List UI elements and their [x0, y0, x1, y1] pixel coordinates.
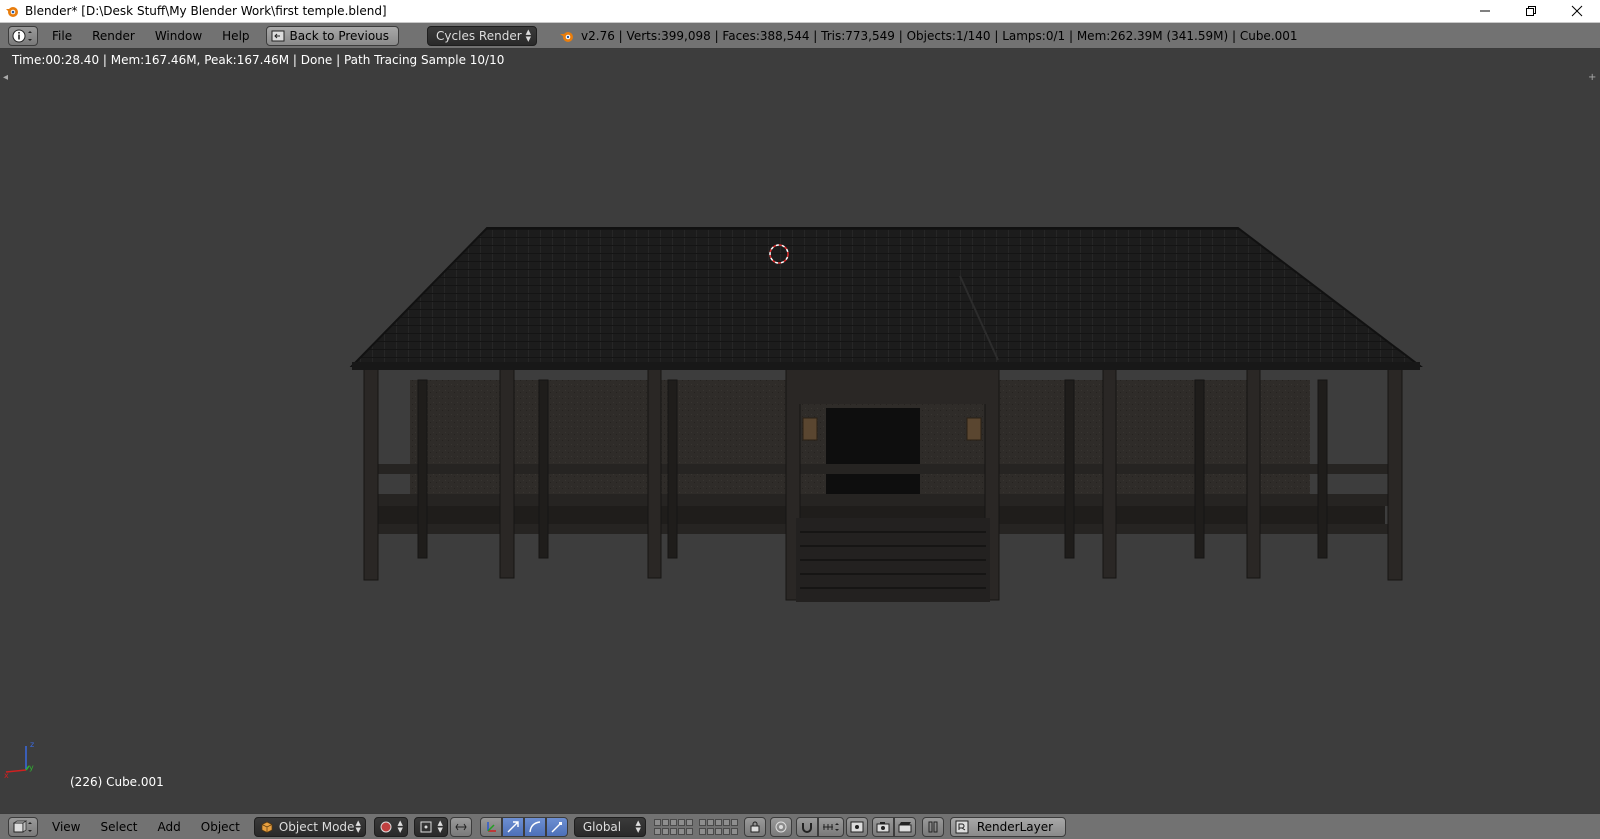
window-controls [1462, 0, 1600, 22]
shading-sphere-icon [380, 821, 392, 832]
close-icon[interactable] [1554, 0, 1600, 22]
clapperboard-icon [898, 821, 912, 832]
3d-editor-type-button[interactable] [8, 816, 38, 837]
translate-manipulator-button[interactable] [501, 816, 524, 837]
manipulator-toggle-button[interactable] [449, 816, 472, 837]
transform-manipulator-button[interactable] [479, 816, 502, 837]
pause-render-button[interactable] [921, 816, 944, 837]
layers-block-1[interactable] [653, 818, 693, 835]
menu-view[interactable]: View [42, 820, 90, 834]
snap-element-dropdown[interactable] [817, 816, 844, 837]
render-engine-value: Cycles Render [436, 28, 522, 43]
axis-z-label: z [30, 740, 34, 749]
view-axes-gizmo-icon: z y x [4, 740, 34, 778]
region-toggle-right-icon[interactable]: + [1588, 73, 1597, 83]
scene-stats: v2.76 | Verts:399,098 | Faces:388,544 | … [559, 29, 1298, 43]
render-status: Time:00:28.40 | Mem:167.46M, Peak:167.46… [0, 49, 1600, 70]
menu-add[interactable]: Add [148, 820, 191, 834]
menu-file[interactable]: File [42, 29, 82, 43]
transform-orientation-dropdown[interactable]: Global ▲ ▼ [573, 816, 646, 837]
dropdown-arrows-icon: ▲ ▼ [355, 818, 361, 834]
proportional-edit-icon [775, 821, 787, 832]
editor-type-button[interactable] [8, 25, 38, 46]
blender-logo-icon [6, 7, 18, 17]
render-layer-selector[interactable]: RenderLayer [949, 816, 1067, 837]
scale-manipulator-button[interactable] [545, 816, 568, 837]
axis-x-label: x [4, 771, 9, 778]
region-toggle-left-icon[interactable]: ◂ [3, 73, 12, 83]
window-title: Blender* [D:\Desk Stuff\My Blender Work\… [25, 4, 387, 18]
magnet-icon [801, 822, 812, 833]
lock-layer-icon [750, 821, 760, 832]
active-object-label: (226) Cube.001 [70, 775, 164, 789]
layer-lock-button[interactable] [743, 816, 766, 837]
axis-y-label: y [29, 763, 34, 772]
info-icon [12, 29, 32, 42]
render-layer-icon [955, 820, 969, 833]
pause-icon [928, 821, 938, 832]
opengl-render-animation-button[interactable] [893, 816, 916, 837]
snap-toggle-button[interactable] [795, 816, 818, 837]
3d-viewport[interactable]: ◂ + z y x (226) Cube.001 [0, 70, 1600, 813]
temple-door [826, 408, 920, 508]
rotate-arc-icon [529, 820, 540, 832]
render-status-text: Time:00:28.40 | Mem:167.46M, Peak:167.46… [12, 52, 505, 67]
snap-target-icon [850, 821, 864, 832]
3d-view-icon [12, 819, 32, 833]
back-screen-icon [271, 30, 285, 41]
dropdown-arrows-icon: ▲ ▼ [397, 818, 403, 834]
back-to-previous-button[interactable]: Back to Previous [265, 25, 400, 46]
menu-help[interactable]: Help [212, 29, 259, 43]
object-mode-cube-icon [261, 821, 273, 833]
menu-render[interactable]: Render [82, 29, 145, 43]
opengl-render-image-button[interactable] [871, 816, 894, 837]
axes-icon [487, 821, 496, 832]
scale-icon [551, 821, 562, 832]
mode-dropdown[interactable]: Object Mode ▲ ▼ [253, 816, 366, 837]
render-layer-value: RenderLayer [976, 819, 1054, 834]
proportional-edit-button[interactable] [769, 816, 792, 837]
3d-view-header: View Select Add Object Object Mode ▲ ▼ ▲ ▼… [0, 813, 1600, 839]
window-titlebar: Blender* [D:\Desk Stuff\My Blender Work\… [0, 0, 1600, 23]
dropdown-arrows-icon: ▲ ▼ [635, 818, 641, 834]
layers-block-2[interactable] [698, 818, 738, 835]
rendered-temple-scene [349, 227, 1423, 602]
info-header: File Render Window Help Back to Previous… [0, 23, 1600, 49]
menu-object[interactable]: Object [191, 820, 250, 834]
manipulator-icon [455, 823, 467, 830]
scene-stats-text: v2.76 | Verts:399,098 | Faces:388,544 | … [581, 28, 1298, 43]
pivot-icon [420, 821, 432, 832]
snap-target-button[interactable] [845, 816, 868, 837]
snap-increment-icon [822, 822, 839, 831]
blender-version-icon [560, 31, 574, 42]
dropdown-arrows-icon: ▲ ▼ [437, 818, 443, 834]
menu-select[interactable]: Select [90, 820, 147, 834]
camera-icon [876, 821, 890, 832]
viewport-shading-dropdown[interactable]: ▲ ▼ [373, 816, 408, 837]
dropdown-arrows-icon: ▲ ▼ [525, 27, 532, 43]
orientation-value: Global [582, 819, 622, 834]
pivot-point-dropdown[interactable]: ▲ ▼ [413, 816, 448, 837]
menu-window[interactable]: Window [145, 29, 212, 43]
render-engine-dropdown[interactable]: Cycles Render ▲ ▼ [427, 25, 538, 46]
temple-roof [349, 227, 1423, 370]
translate-arrow-icon [507, 820, 519, 832]
mode-value: Object Mode [278, 819, 355, 834]
back-to-previous-label: Back to Previous [289, 28, 390, 43]
restore-icon[interactable] [1508, 0, 1554, 22]
minimize-icon[interactable] [1462, 0, 1508, 22]
rotate-manipulator-button[interactable] [523, 816, 546, 837]
